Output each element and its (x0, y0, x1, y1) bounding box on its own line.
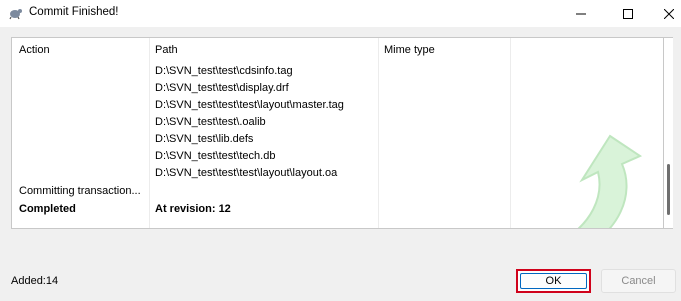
scrollbar-thumb[interactable] (667, 164, 670, 215)
list-item-path: At revision: 12 (155, 203, 231, 215)
minimize-button[interactable] (558, 0, 604, 27)
column-divider (149, 38, 150, 228)
column-header-mime-type[interactable]: Mime type (384, 44, 435, 56)
list-item-path: D:\SVN_test\test\display.drf (155, 82, 289, 94)
title-bar: Commit Finished! (0, 0, 681, 27)
column-header-action[interactable]: Action (19, 44, 50, 56)
close-button[interactable] (646, 0, 681, 27)
added-count-label: Added:14 (11, 275, 59, 287)
vertical-scrollbar[interactable] (664, 37, 673, 229)
list-item-path: D:\SVN_test\test\test\layout\layout.oa (155, 167, 338, 179)
list-item-path: D:\SVN_test\test\.oalib (155, 116, 266, 128)
minimize-icon (576, 9, 586, 19)
ok-button-face: OK (520, 273, 587, 289)
ok-button[interactable]: OK (516, 269, 591, 293)
tortoise-svn-icon (7, 5, 23, 21)
column-header-path[interactable]: Path (155, 44, 178, 56)
commit-arrow-watermark (577, 134, 643, 228)
column-divider (510, 38, 511, 228)
cancel-button-label: Cancel (621, 275, 656, 287)
list-item-action: Committing transaction... (19, 185, 141, 197)
list-item-path: D:\SVN_test\lib.defs (155, 133, 254, 145)
commit-results-list[interactable]: Action Path Mime type D:\SVN_test\test\c… (11, 37, 664, 229)
ok-button-label: OK (545, 275, 562, 287)
window-title: Commit Finished! (29, 6, 119, 18)
list-item-path: D:\SVN_test\test\test\layout\master.tag (155, 99, 344, 111)
close-icon (664, 8, 674, 19)
maximize-icon (623, 8, 633, 19)
column-divider (378, 38, 379, 228)
list-item-action: Completed (19, 203, 76, 215)
list-item-path: D:\SVN_test\test\cdsinfo.tag (155, 65, 293, 77)
cancel-button[interactable]: Cancel (601, 269, 676, 293)
maximize-button[interactable] (605, 0, 651, 27)
list-item-path: D:\SVN_test\test\tech.db (155, 150, 276, 162)
